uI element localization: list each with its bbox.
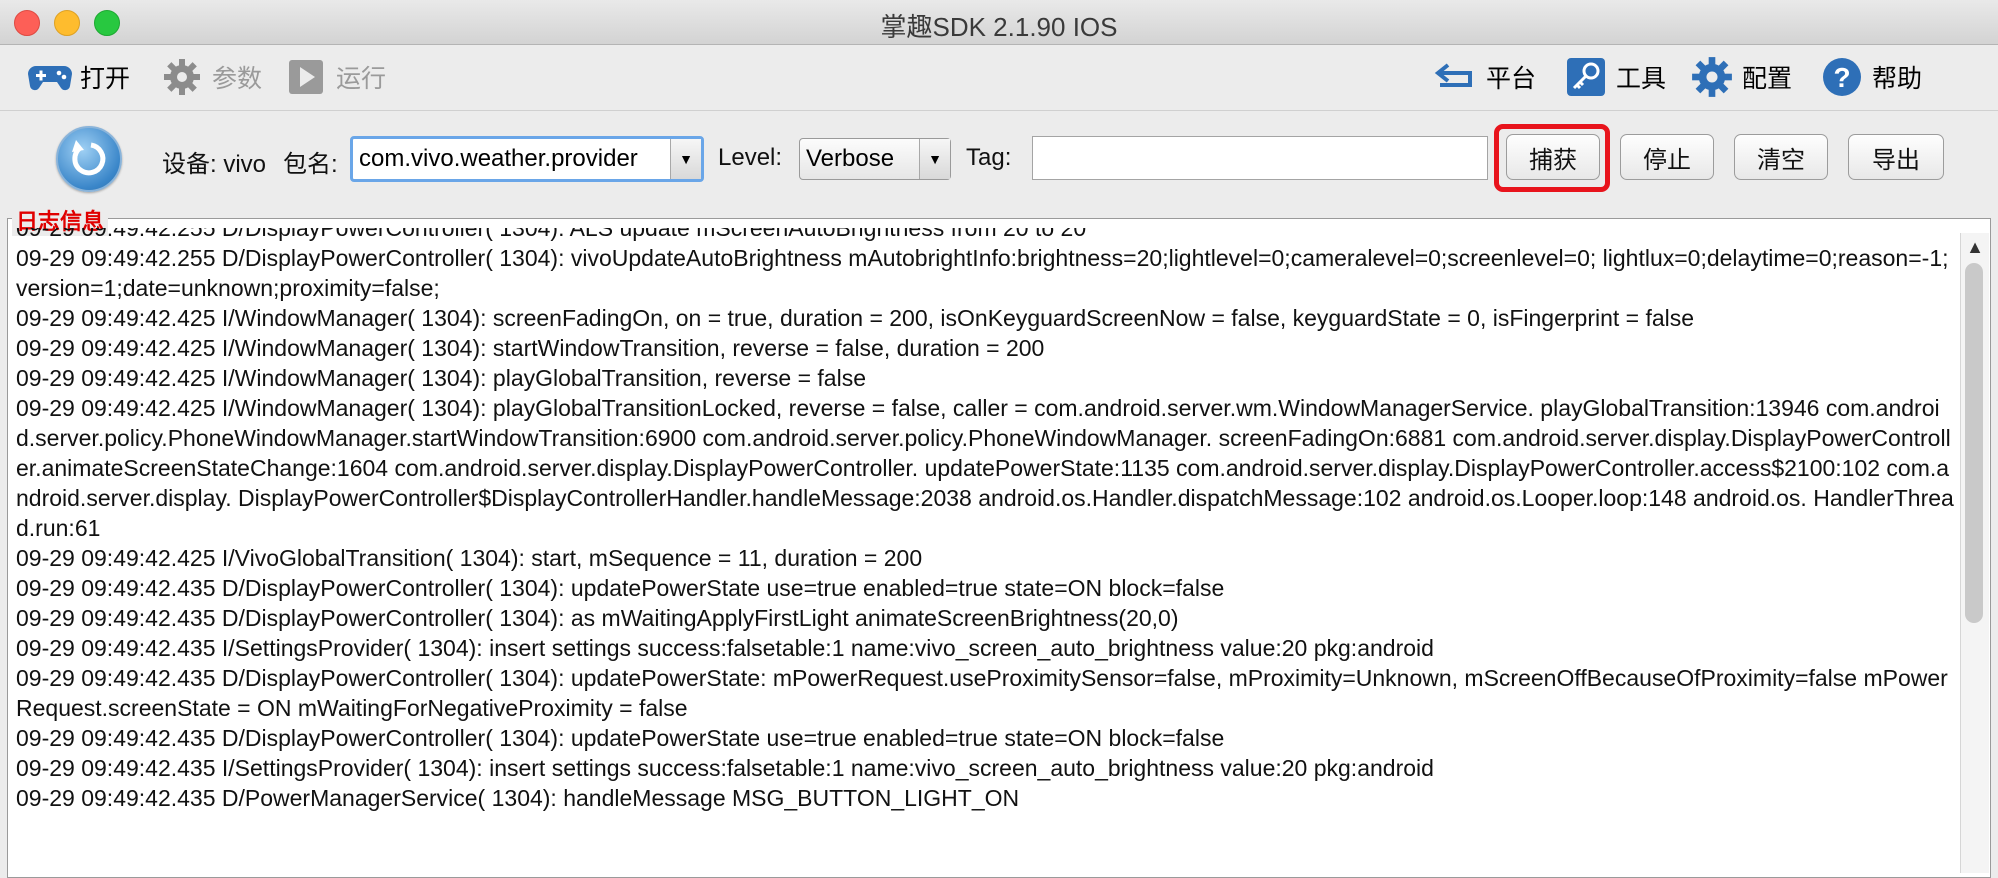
stop-button[interactable]: 停止 [1620,134,1714,180]
log-line: 09-29 09:49:42.435 D/DisplayPowerControl… [16,575,1225,601]
device-label: 设备: vivo [162,151,267,178]
platform-icon [1434,55,1478,99]
tools-button[interactable]: 工具 [1564,55,1666,99]
help-icon: ? [1820,55,1864,99]
gear-icon [1690,55,1734,99]
help-button[interactable]: ? 帮助 [1820,55,1922,99]
toolbar: 打开 参数 运行 平台 工具 配置 ? 帮助 [0,45,1998,111]
capture-controls: 设备: vivo 包名: com.vivo.weather.provider ▼… [0,112,1998,208]
key-icon [1564,55,1608,99]
svg-text:?: ? [1833,62,1850,93]
play-icon [284,55,328,99]
capture-button[interactable]: 捕获 [1506,134,1600,180]
log-line: 09-29 09:49:42.255 D/DisplayPowerControl… [16,228,1087,241]
config-button[interactable]: 配置 [1690,55,1792,99]
refresh-button[interactable] [56,126,122,192]
package-value: com.vivo.weather.provider [359,145,638,172]
log-line: 09-29 09:49:42.425 I/WindowManager( 1304… [16,365,866,391]
log-line: 09-29 09:49:42.435 D/DisplayPowerControl… [16,725,1225,751]
level-value: Verbose [806,145,895,172]
log-line: 09-29 09:49:42.435 I/SettingsProvider( 1… [16,755,1434,781]
log-line: 09-29 09:49:42.435 D/PowerManagerService… [16,785,1020,811]
log-line: 09-29 09:49:42.425 I/VivoGlobalTransitio… [16,545,923,571]
log-scrollbar[interactable]: ▲ [1960,233,1989,873]
chevron-down-icon[interactable]: ▼ [919,139,950,179]
level-label: Level: [718,144,783,171]
config-label: 配置 [1742,65,1793,93]
run-button[interactable]: 运行 [284,55,386,99]
window-title: 掌趣SDK 2.1.90 IOS [880,12,1118,42]
log-output[interactable]: 09-29 09:49:42.255 D/DisplayPowerControl… [16,228,1954,868]
level-select[interactable]: Verbose ▼ [799,138,951,180]
platform-button[interactable]: 平台 [1434,55,1536,99]
run-label: 运行 [336,65,387,93]
export-button[interactable]: 导出 [1848,134,1944,180]
log-line: 09-29 09:49:42.425 I/WindowManager( 1304… [16,335,1045,361]
tools-label: 工具 [1616,65,1667,93]
help-label: 帮助 [1872,65,1923,93]
gear-icon [160,55,204,99]
title-bar: 掌趣SDK 2.1.90 IOS [0,0,1998,45]
open-button[interactable]: 打开 [28,55,130,99]
refresh-icon [72,140,106,176]
log-line: 09-29 09:49:42.435 D/DisplayPowerControl… [16,605,1179,631]
params-label: 参数 [212,65,263,93]
clear-button[interactable]: 清空 [1734,134,1828,180]
package-select[interactable]: com.vivo.weather.provider ▼ [350,136,704,182]
log-line: 09-29 09:49:42.255 D/DisplayPowerControl… [16,245,1949,301]
params-button[interactable]: 参数 [160,55,262,99]
log-line: 09-29 09:49:42.425 I/WindowManager( 1304… [16,395,1954,541]
log-line: 09-29 09:49:42.435 D/DisplayPowerControl… [16,665,1948,721]
platform-label: 平台 [1486,65,1537,93]
log-line: 09-29 09:49:42.425 I/WindowManager( 1304… [16,305,1695,331]
package-label: 包名: [283,151,338,178]
log-line: 09-29 09:49:42.435 I/SettingsProvider( 1… [16,635,1434,661]
chevron-down-icon[interactable]: ▼ [670,139,701,179]
open-label: 打开 [80,65,131,93]
scroll-up-icon[interactable]: ▲ [1961,237,1989,258]
scroll-thumb[interactable] [1965,263,1983,623]
log-lines: 09-29 09:49:42.255 D/DisplayPowerControl… [16,228,1954,813]
tag-input[interactable] [1032,136,1488,180]
gamepad-icon [28,55,72,99]
tag-label: Tag: [966,144,1012,171]
